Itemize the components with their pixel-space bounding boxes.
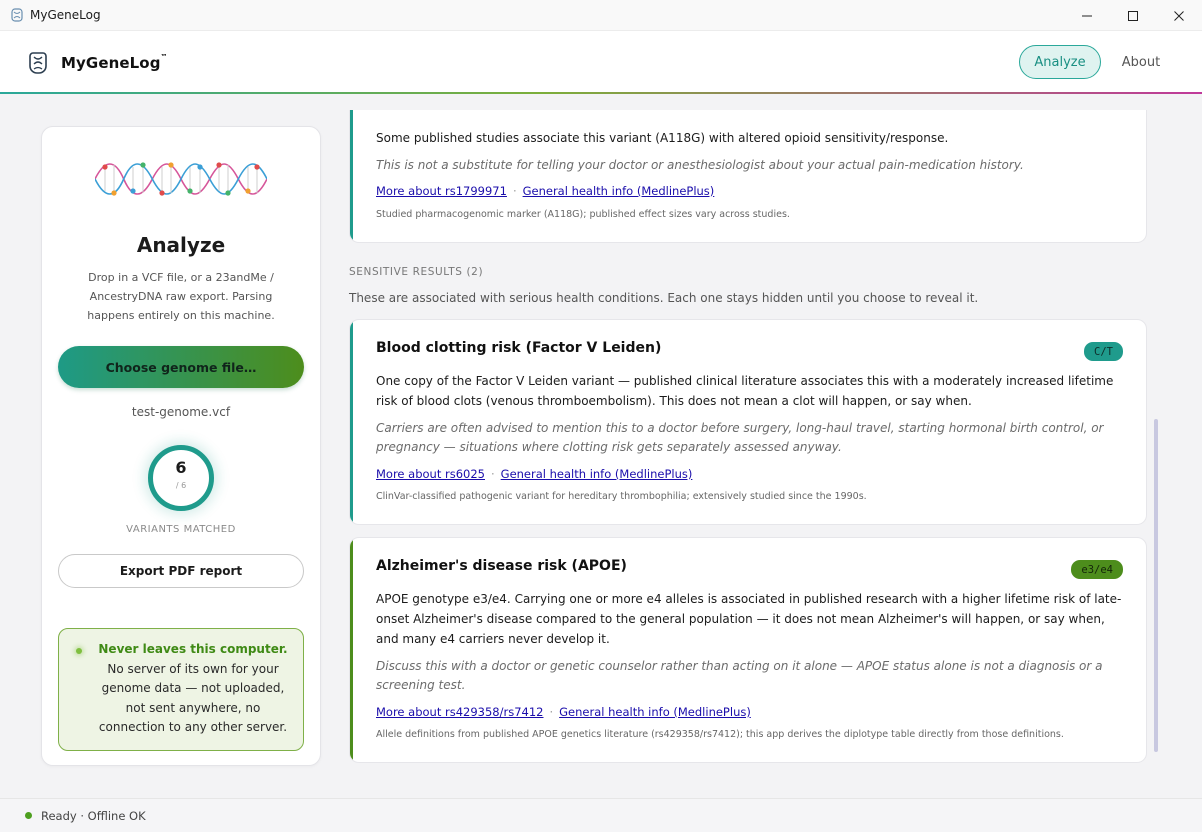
matched-count: 6 [175, 458, 187, 477]
window-title: MyGeneLog [30, 8, 101, 22]
card-links: More about rs429358/rs7412 · General healt… [376, 705, 751, 719]
more-about-link[interactable]: More about rs1799971 [376, 184, 507, 198]
app-icon [11, 8, 23, 22]
export-pdf-button[interactable]: Export PDF report [58, 554, 304, 588]
medlineplus-link[interactable]: General health info (MedlinePlus) [523, 184, 715, 198]
card-links: More about rs1799971 · General health info… [376, 184, 715, 198]
results-scrollbar[interactable] [1154, 419, 1158, 752]
privacy-highlight: Never leaves this computer. [98, 642, 288, 656]
card-note: Carriers are often advised to mention th… [376, 421, 1104, 454]
header-divider [0, 92, 1202, 94]
result-card-apoe: Alzheimer's disease risk (APOE) e3/e4 AP… [349, 537, 1147, 763]
card-title: Blood clotting risk (Factor V Leiden) [376, 340, 662, 356]
matched-total: / 6 [175, 481, 187, 490]
card-links: More about rs6025 · General health info (M… [376, 467, 693, 481]
minimize-icon [1082, 15, 1092, 16]
panel-description: Drop in a VCF file, or a 23andMe / Ances… [87, 271, 275, 322]
privacy-body: No server of its own for your genome dat… [98, 661, 288, 735]
card-note: Discuss this with a doctor or genetic co… [376, 659, 1103, 692]
genotype-badge: e3/e4 [1071, 560, 1123, 579]
maximize-button[interactable] [1110, 0, 1156, 31]
minimize-button[interactable] [1064, 0, 1110, 31]
status-bar: Ready · Offline OK [0, 798, 1202, 832]
genotype-badge: C/T [1084, 342, 1123, 361]
nav-about-button[interactable]: About [1108, 45, 1174, 79]
selected-file-name: test-genome.vcf [131, 405, 231, 419]
logo-icon [29, 52, 47, 74]
window-titlebar: MyGeneLog [0, 0, 1202, 31]
card-source: ClinVar-classified pathogenic variant fo… [376, 491, 867, 502]
more-about-link[interactable]: More about rs6025 [376, 467, 485, 481]
dna-helix-icon [95, 162, 267, 196]
medlineplus-link[interactable]: General health info (MedlinePlus) [501, 467, 693, 481]
card-body: Some published studies associate this va… [376, 131, 949, 145]
medlineplus-link[interactable]: General health info (MedlinePlus) [559, 705, 751, 719]
card-accent [350, 320, 353, 524]
card-title: Alzheimer's disease risk (APOE) [376, 558, 627, 574]
brand-name: MyGeneLog™ [61, 53, 168, 72]
card-accent [350, 538, 353, 762]
status-indicator-dot [25, 812, 32, 819]
card-body: One copy of the Factor V Leiden variant … [376, 374, 1114, 408]
app-header: MyGeneLog™ Analyze About [0, 31, 1202, 92]
status-text: Ready · Offline OK [41, 809, 146, 823]
result-card-factor-v: Blood clotting risk (Factor V Leiden) C/… [349, 319, 1147, 525]
privacy-notice: Never leaves this computer. No server of… [58, 628, 304, 751]
close-button[interactable] [1156, 0, 1202, 31]
choose-genome-file-button[interactable]: Choose genome file… [58, 346, 304, 388]
card-body: APOE genotype e3/e4. Carrying one or mor… [376, 592, 1122, 646]
close-icon [1174, 10, 1184, 21]
maximize-icon [1128, 10, 1138, 21]
privacy-text: Never leaves this computer. No server of… [93, 640, 293, 738]
card-source: Allele definitions from published APOE g… [376, 729, 1064, 740]
card-note: This is not a substitute for telling you… [376, 158, 1024, 172]
result-card-opioid: Some published studies associate this va… [349, 110, 1147, 243]
panel-title: Analyze [136, 233, 226, 257]
variants-matched-ring: 6 / 6 [148, 445, 214, 511]
variants-matched-label: VARIANTS MATCHED [126, 524, 236, 535]
more-about-link[interactable]: More about rs429358/rs7412 [376, 705, 543, 719]
card-accent [350, 110, 353, 242]
sensitive-results-description: These are associated with serious health… [349, 291, 979, 305]
analyze-panel: Analyze Drop in a VCF file, or a 23andMe… [41, 126, 321, 766]
sensitive-results-heading: SENSITIVE RESULTS (2) [349, 266, 484, 278]
card-source: Studied pharmacogenomic marker (A118G); … [376, 209, 790, 220]
privacy-status-dot [76, 648, 82, 654]
nav-analyze-button[interactable]: Analyze [1019, 45, 1101, 79]
